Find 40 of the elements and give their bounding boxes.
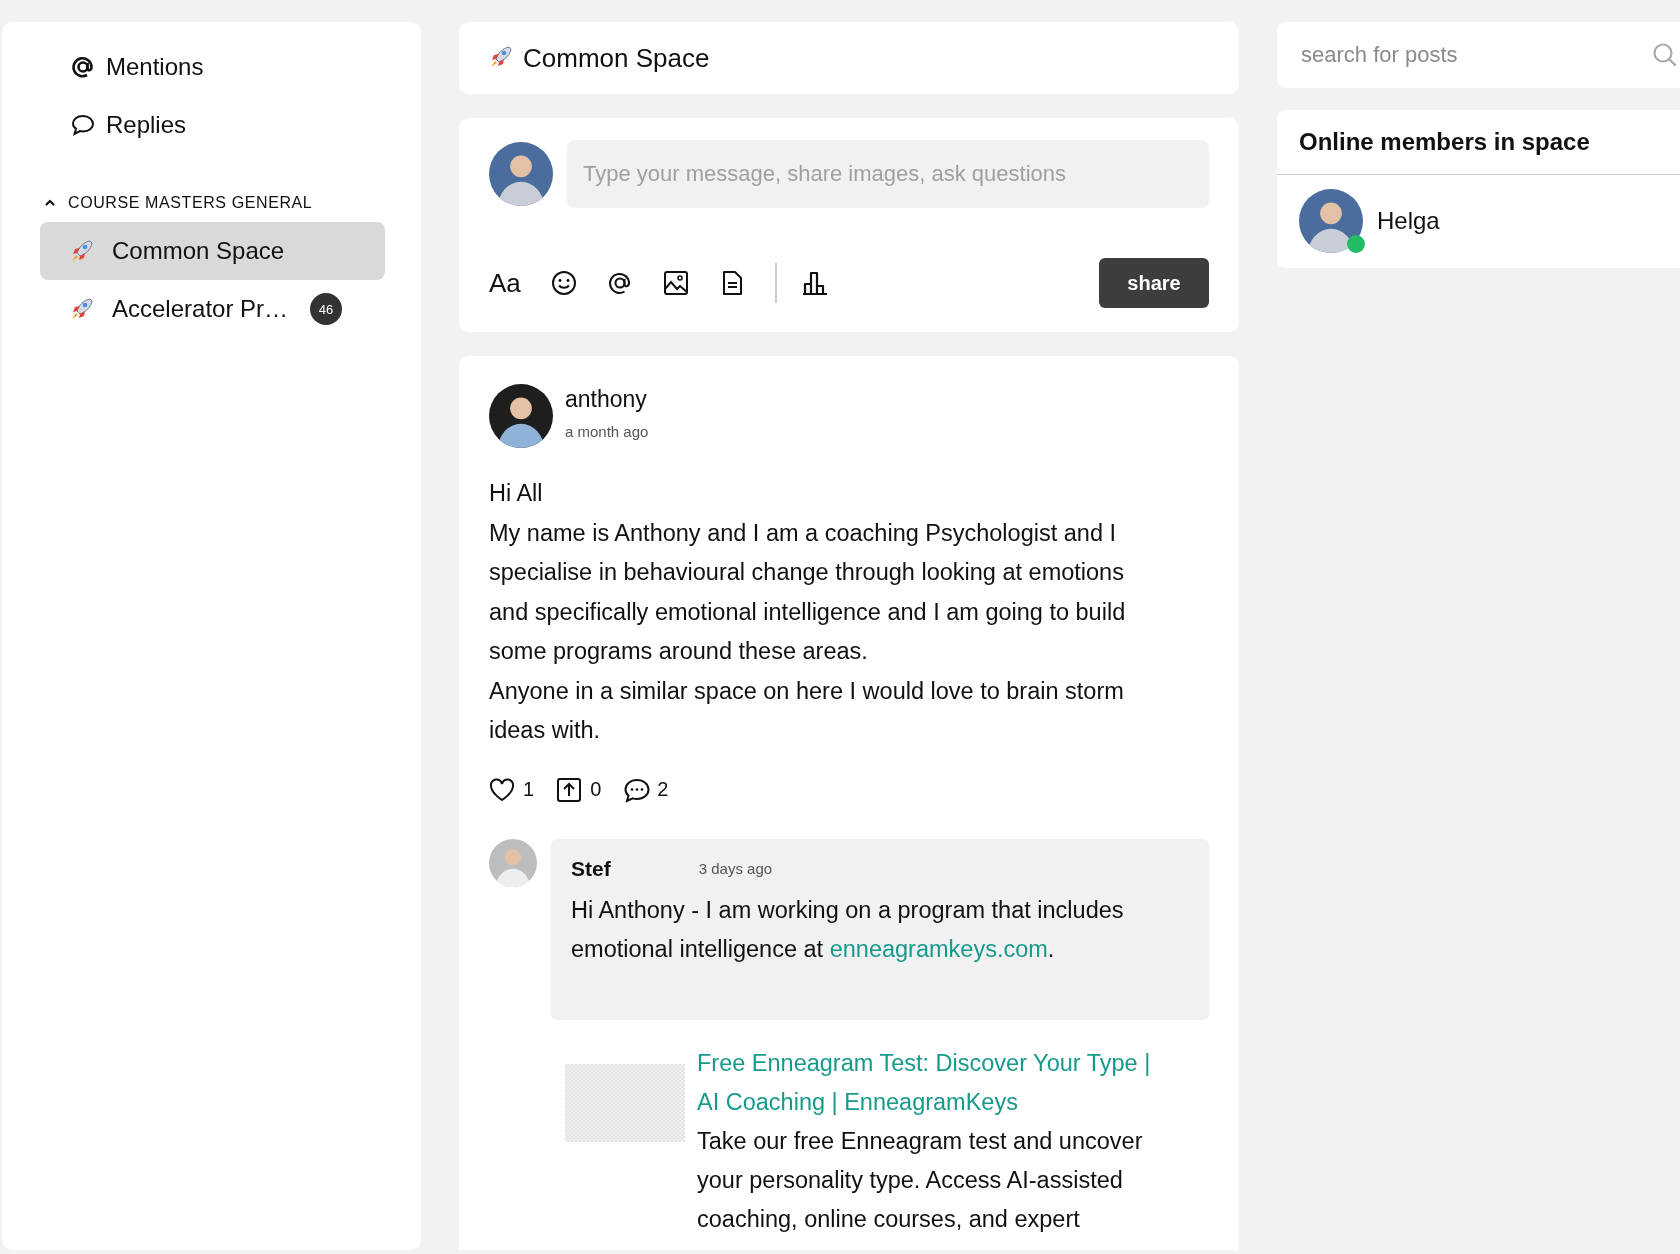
at-icon — [70, 54, 96, 80]
preview-description: Take our free Enneagram test and uncover your personality type. Access AI-assisted coaching, online courses, and expert — [697, 1126, 1144, 1234]
space-item[interactable]: Accelerator Pr… 46 — [40, 280, 385, 338]
comment-text: Hi Anthony - I am working on a program that includes emotional intelligence at enneagramkeys.com. — [571, 895, 1125, 964]
space-title: Common Space — [523, 42, 710, 74]
post-time: a month ago — [565, 423, 649, 440]
at-icon — [606, 270, 633, 296]
smiley-icon — [550, 270, 577, 296]
count-badge: 46 — [310, 293, 343, 325]
avatar — [489, 838, 537, 887]
post-text: Hi All — [489, 479, 544, 508]
image-icon — [662, 270, 689, 296]
speech-bubble-icon — [70, 112, 96, 138]
space-item[interactable]: Common Space — [40, 222, 385, 280]
post-text: My name is Anthony and I am a coaching Psychologist and I specialise in behavioural change through looking at emotions and specifically emotional intelligence and I am going to build some programs around these areas. — [489, 518, 1127, 666]
share-button[interactable]: share — [1099, 258, 1209, 308]
sidebar-item[interactable]: Replies — [70, 96, 421, 154]
sidebar-item[interactable]: Mentions — [70, 38, 421, 96]
rocket-icon — [70, 239, 94, 263]
search-field[interactable]: search for posts — [1277, 22, 1680, 88]
bar-chart-icon — [800, 270, 827, 296]
comment-button[interactable]: 2 — [623, 776, 669, 803]
heart-icon — [489, 776, 517, 803]
member-name[interactable]: Helga — [1377, 207, 1440, 235]
text-format-button[interactable]: Aa — [489, 267, 521, 299]
space-name: Common Space — [112, 237, 285, 265]
section-heading: COURSE MASTERS GENERAL — [68, 194, 313, 212]
author-name[interactable]: anthony — [565, 386, 649, 413]
like-button[interactable]: 1 — [489, 776, 535, 803]
speech-bubble-icon — [623, 776, 652, 803]
comment-author[interactable]: Stef — [571, 856, 611, 881]
panel-title: Online members in space — [1277, 110, 1680, 175]
post-text: Anyone in a similar space on here I would love to brain storm ideas with. — [489, 676, 1125, 745]
rocket-icon — [70, 297, 94, 321]
search-input[interactable]: search for posts — [1299, 41, 1652, 69]
message-input[interactable]: Type your message, share images, ask questions — [567, 140, 1209, 208]
space-name: Accelerator Pr… — [112, 295, 289, 323]
upvote-button[interactable]: 0 — [556, 776, 602, 803]
comment-time: 3 days ago — [698, 860, 773, 877]
search-icon — [1652, 42, 1678, 68]
